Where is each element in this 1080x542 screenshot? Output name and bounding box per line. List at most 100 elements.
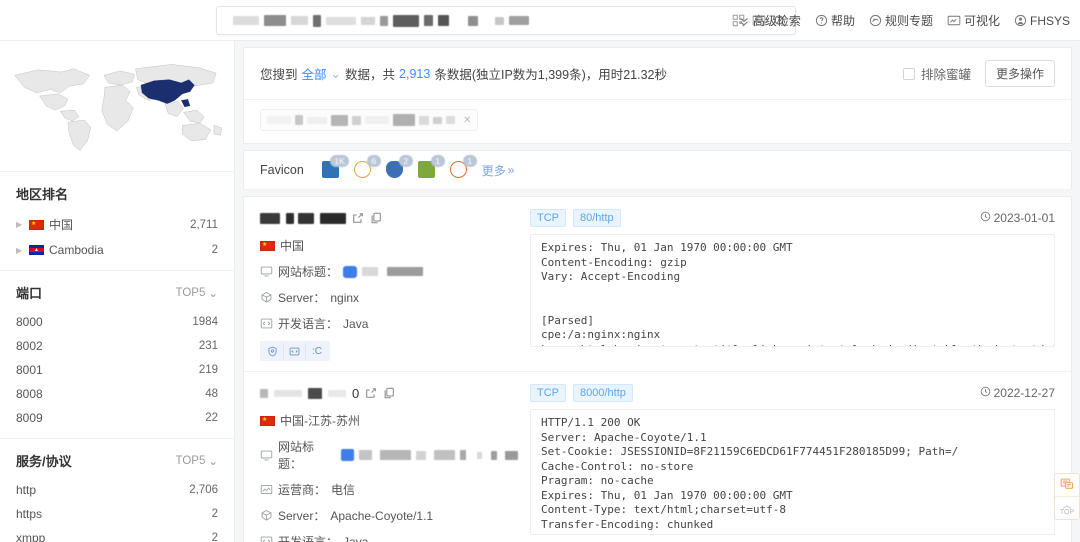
result-field-title: 网站标题： — [260, 263, 518, 280]
redacted-text — [291, 16, 308, 25]
open-link-icon[interactable] — [352, 212, 364, 224]
result-item: 中国 网站标题： — [244, 197, 1071, 372]
back-to-top-button[interactable]: ︿ TOP — [1055, 496, 1079, 519]
sidebar-item-port[interactable]: 8001 219 — [16, 358, 218, 382]
copy-icon[interactable] — [370, 212, 382, 224]
server-icon — [260, 291, 273, 304]
service-label: https — [16, 507, 43, 521]
redacted-ip — [320, 212, 346, 224]
protocol-tags: TCP 80/http — [530, 209, 621, 227]
expand-caret-icon[interactable]: ▶ — [16, 246, 24, 255]
checkbox-box[interactable] — [902, 67, 915, 80]
redacted-ip — [260, 212, 280, 224]
protocol-tag-port[interactable]: 80/http — [573, 209, 621, 227]
port-number: 0 — [352, 385, 360, 401]
chevrons-down-icon — [738, 15, 750, 27]
sidebar-item-service[interactable]: xmpp 2 — [16, 526, 218, 542]
visualization-icon — [947, 14, 961, 27]
redacted-text — [295, 115, 303, 125]
favicon-label: Favicon — [260, 163, 304, 177]
results-count: 2,913 — [399, 66, 431, 81]
monitor-icon — [260, 265, 273, 278]
field-key: 开发语言： — [278, 535, 339, 542]
favicon-badge: 1 — [430, 155, 445, 167]
exclude-honeypot-label: 排除蜜罐 — [920, 68, 971, 82]
sidebar-item-port[interactable]: 8002 231 — [16, 334, 218, 358]
service-label: xmpp — [16, 531, 46, 542]
redacted-text — [393, 114, 415, 126]
nav-user-label: FHSYS — [1029, 13, 1070, 28]
results-header: 您搜到 全部 ⌄ 数据，共 2,913 条数据(独立IP数为1,399条)，用时… — [244, 48, 1071, 100]
sidebar-item-service[interactable]: https 2 — [16, 502, 218, 526]
nav-rules-label: 规则专题 — [884, 14, 933, 28]
more-actions-button[interactable]: 更多操作 — [984, 60, 1055, 87]
sidebar-item-port[interactable]: 8008 48 — [16, 382, 218, 406]
exclude-honeypot-checkbox[interactable]: 排除蜜罐 — [902, 64, 971, 83]
redacted-text — [307, 116, 327, 124]
favicon-item[interactable]: 6 — [353, 155, 381, 179]
shield-icon[interactable] — [262, 343, 284, 359]
result-banner-header: TCP 80/http 2023-01-01 — [530, 209, 1055, 227]
chevron-down-icon: ⌄ — [208, 455, 218, 468]
favicon-more-label: 更多 — [481, 163, 506, 178]
expand-caret-icon[interactable]: ▶ — [16, 220, 24, 229]
result-banner-area: TCP 8000/http 2022-12-27 HTTP/1.1 200 OK… — [530, 384, 1055, 542]
top-navigation-bar: 高级检索 帮助 规则专题 可视化 FHSYS — [0, 0, 1080, 41]
redacted-text — [490, 450, 498, 460]
result-info: 0 中国-江 — [260, 384, 530, 542]
screenshot-icon[interactable] — [284, 343, 306, 359]
nav-rules[interactable]: 规则专题 — [869, 12, 933, 29]
favicon-badge: 1 — [462, 155, 477, 167]
search-input[interactable] — [225, 14, 732, 27]
nav-advanced-search[interactable]: 高级检索 — [738, 12, 801, 29]
favicon-item[interactable]: 1 — [449, 155, 477, 179]
banner-text[interactable]: Expires: Thu, 01 Jan 1970 00:00:00 GMT C… — [530, 234, 1055, 347]
favicon-item[interactable]: 1 — [417, 155, 445, 179]
redacted-text — [313, 14, 321, 27]
protocol-tag-tcp[interactable]: TCP — [530, 384, 566, 402]
favicon-more-button[interactable]: 更多 » — [482, 162, 515, 179]
sidebar-item-service[interactable]: http 2,706 — [16, 478, 218, 502]
redacted-text — [331, 114, 348, 126]
redacted-text — [361, 16, 375, 25]
open-link-icon[interactable] — [365, 387, 377, 399]
field-key: 开发语言： — [278, 317, 339, 331]
favicon-item[interactable]: 1K — [321, 155, 349, 179]
port-label: 8000 — [16, 315, 43, 329]
nav-user-account[interactable]: FHSYS — [1014, 14, 1070, 28]
filter-chip[interactable]: ✕ — [260, 109, 479, 131]
sidebar-item-region-kh[interactable]: ▶ Cambodia 2 — [16, 238, 218, 262]
protocol-tag-port[interactable]: 8000/http — [573, 384, 633, 402]
feedback-icon[interactable] — [1055, 474, 1079, 496]
favicon-item[interactable]: 2 — [385, 155, 413, 179]
redacted-text — [387, 267, 424, 276]
banner-text[interactable]: HTTP/1.1 200 OK Server: Apache-Coyote/1.… — [530, 409, 1055, 535]
close-icon[interactable]: ✕ — [463, 115, 471, 126]
sidebar-item-region-cn[interactable]: ▶ 中国 2,711 — [16, 211, 218, 238]
result-field-isp: 运营商： 电信 — [260, 481, 518, 498]
floating-side-toolbar: ︿ TOP — [1054, 473, 1080, 520]
redacted-text — [505, 450, 518, 460]
redacted-ip — [298, 212, 314, 224]
copy-icon[interactable] — [383, 387, 395, 399]
nav-visualization[interactable]: 可视化 — [947, 12, 1000, 29]
section-top5-toggle[interactable]: TOP5 ⌄ — [176, 286, 218, 300]
cert-icon[interactable]: :C — [306, 343, 328, 359]
world-map-widget[interactable] — [0, 41, 234, 171]
section-top5-toggle[interactable]: TOP5 ⌄ — [176, 454, 218, 468]
redacted-text — [460, 450, 466, 460]
protocol-tag-tcp[interactable]: TCP — [530, 209, 566, 227]
nav-help[interactable]: 帮助 — [815, 12, 855, 29]
result-date: 2023-01-01 — [980, 211, 1055, 225]
redacted-ip — [274, 389, 302, 397]
search-bar[interactable] — [216, 6, 796, 35]
scope-dropdown[interactable]: 全部 — [302, 64, 327, 83]
flag-cn-icon — [260, 240, 275, 251]
sidebar-item-port[interactable]: 8000 1984 — [16, 310, 218, 334]
section-title: 地区排名 — [16, 187, 69, 202]
chevron-down-icon[interactable]: ⌄ — [331, 66, 341, 81]
sidebar-item-port[interactable]: 8009 22 — [16, 406, 218, 430]
result-info: 中国 网站标题： — [260, 209, 530, 361]
code-icon — [260, 535, 273, 542]
redacted-text — [419, 115, 429, 125]
